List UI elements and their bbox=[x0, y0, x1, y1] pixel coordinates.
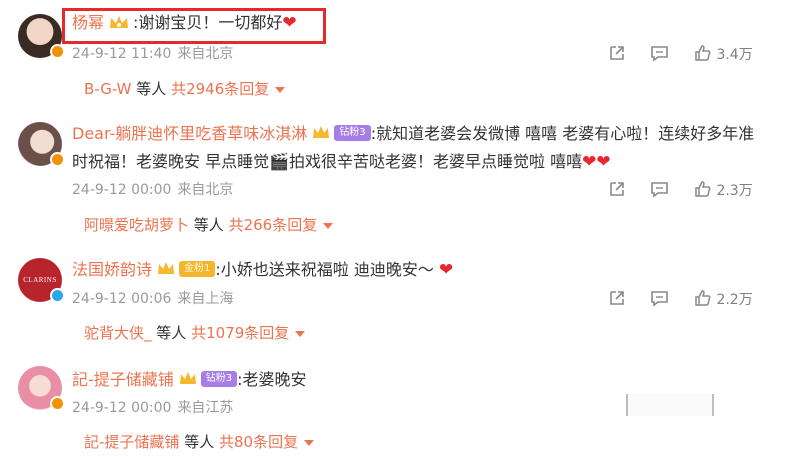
verified-badge-icon bbox=[50, 396, 65, 411]
heart-emoji: ❤ bbox=[438, 260, 454, 280]
share-icon[interactable] bbox=[608, 180, 626, 200]
username[interactable]: 記-提子储藏铺 bbox=[72, 370, 174, 389]
reply-summary[interactable]: 記-提子储藏铺 等人 共80条回复 bbox=[84, 431, 315, 453]
reply-suffix: 等人 bbox=[136, 80, 167, 98]
comment-text: :小娇也送来祝福啦 迪迪晚安～ bbox=[215, 260, 434, 279]
reply-count[interactable]: 共1079条回复 bbox=[191, 324, 289, 342]
reply-count[interactable]: 共266条回复 bbox=[229, 216, 318, 234]
like-icon bbox=[695, 45, 711, 61]
reply-count[interactable]: 共80条回复 bbox=[219, 433, 298, 451]
reply-suffix: 等人 bbox=[193, 216, 224, 234]
reply-summary[interactable]: B-G-W 等人 共2946条回复 bbox=[84, 78, 286, 100]
comment-location: 来自北京 bbox=[177, 46, 234, 62]
comment-location: 来自江苏 bbox=[177, 400, 234, 416]
obscured-actions-overlay bbox=[626, 394, 736, 416]
fan-level-badge: 钻粉3 bbox=[334, 125, 371, 141]
comment-icon[interactable] bbox=[650, 289, 669, 309]
like-count: 2.3万 bbox=[716, 183, 753, 199]
crown-icon bbox=[311, 125, 331, 140]
share-icon[interactable] bbox=[608, 289, 626, 309]
like-count: 2.2万 bbox=[716, 292, 753, 308]
chevron-down-icon[interactable] bbox=[304, 439, 315, 446]
comment-date: 24-9-12 00:00 bbox=[72, 182, 172, 198]
reply-summary[interactable]: 驼背大侠_ 等人 共1079条回复 bbox=[84, 322, 306, 344]
chevron-down-icon[interactable] bbox=[275, 86, 286, 93]
comment-meta: 24-9-12 00:00 来自北京 bbox=[72, 180, 239, 200]
reply-user[interactable]: 阿暻爱吃胡萝卜 bbox=[84, 216, 189, 234]
comment-date: 24-9-12 11:40 bbox=[72, 46, 172, 62]
like-icon bbox=[695, 181, 711, 197]
reply-summary[interactable]: 阿暻爱吃胡萝卜 等人 共266条回复 bbox=[84, 214, 334, 236]
username[interactable]: Dear-躺胖迪怀里吃香草味冰淇淋 bbox=[72, 124, 307, 143]
comment-actions: 2.3万 bbox=[608, 180, 768, 200]
like-count: 3.4万 bbox=[716, 47, 753, 63]
reply-suffix: 等人 bbox=[184, 433, 215, 451]
like-button[interactable]: 3.4万 bbox=[694, 44, 753, 64]
comment-location: 来自上海 bbox=[177, 291, 234, 307]
reply-count[interactable]: 共2946条回复 bbox=[171, 80, 269, 98]
share-icon[interactable] bbox=[608, 44, 626, 64]
crown-icon bbox=[178, 371, 198, 386]
comment-content: 法国娇韵诗 金粉1:小娇也送来祝福啦 迪迪晚安～ ❤ bbox=[72, 258, 453, 282]
comment-icon[interactable] bbox=[650, 44, 669, 64]
comment-actions: 2.2万 bbox=[608, 289, 768, 309]
brand-logo-text: CLARINS bbox=[23, 276, 57, 284]
comment-date: 24-9-12 00:06 bbox=[72, 291, 172, 307]
comment-content: 記-提子储藏铺 钻粉3:老婆晚安 bbox=[72, 368, 307, 392]
comment-location: 来自北京 bbox=[177, 182, 234, 198]
reply-user[interactable]: 驼背大侠_ bbox=[84, 324, 152, 342]
comment-meta: 24-9-12 00:00 来自江苏 bbox=[72, 398, 239, 418]
verified-badge-icon bbox=[50, 44, 65, 59]
comment-text: :老婆晚安 bbox=[237, 370, 307, 389]
like-button[interactable]: 2.3万 bbox=[694, 180, 753, 200]
comment-text: 时祝福！老婆晚安 早点睡觉🎬拍戏很辛苦哒老婆！老婆早点睡觉啦 嘻嘻 bbox=[72, 152, 583, 171]
fan-level-badge: 金粉1 bbox=[179, 261, 216, 277]
chevron-down-icon[interactable] bbox=[295, 330, 306, 337]
fan-level-badge: 钻粉3 bbox=[200, 371, 238, 387]
crown-icon bbox=[156, 261, 176, 276]
chevron-down-icon[interactable] bbox=[323, 222, 334, 229]
verified-badge-icon bbox=[50, 152, 65, 167]
reply-user[interactable]: B-G-W bbox=[84, 80, 132, 98]
heart-emoji: ❤ bbox=[582, 152, 597, 172]
comment-meta: 24-9-12 00:06 来自上海 bbox=[72, 289, 239, 309]
comment-meta: 24-9-12 11:40 来自北京 bbox=[72, 44, 239, 64]
comment-actions: 3.4万 bbox=[608, 44, 768, 64]
like-icon bbox=[695, 290, 711, 306]
comment-text: :就知道老婆会发微博 嘻嘻 老婆有心啦！连续好多年准 bbox=[370, 124, 755, 143]
comment-icon[interactable] bbox=[650, 180, 669, 200]
highlight-box bbox=[62, 8, 326, 44]
like-button[interactable]: 2.2万 bbox=[694, 289, 753, 309]
comment-content: Dear-躺胖迪怀里吃香草味冰淇淋 钻粉3:就知道老婆会发微博 嘻嘻 老婆有心啦！… bbox=[72, 122, 754, 146]
reply-user[interactable]: 記-提子储藏铺 bbox=[84, 433, 179, 451]
reply-suffix: 等人 bbox=[156, 324, 187, 342]
comment-content-line2: 时祝福！老婆晚安 早点睡觉🎬拍戏很辛苦哒老婆！老婆早点睡觉啦 嘻嘻❤❤ bbox=[72, 150, 611, 174]
comment-date: 24-9-12 00:00 bbox=[72, 400, 172, 416]
verified-badge-icon bbox=[50, 288, 65, 303]
username[interactable]: 法国娇韵诗 bbox=[72, 260, 152, 279]
heart-emoji: ❤ bbox=[596, 152, 611, 172]
